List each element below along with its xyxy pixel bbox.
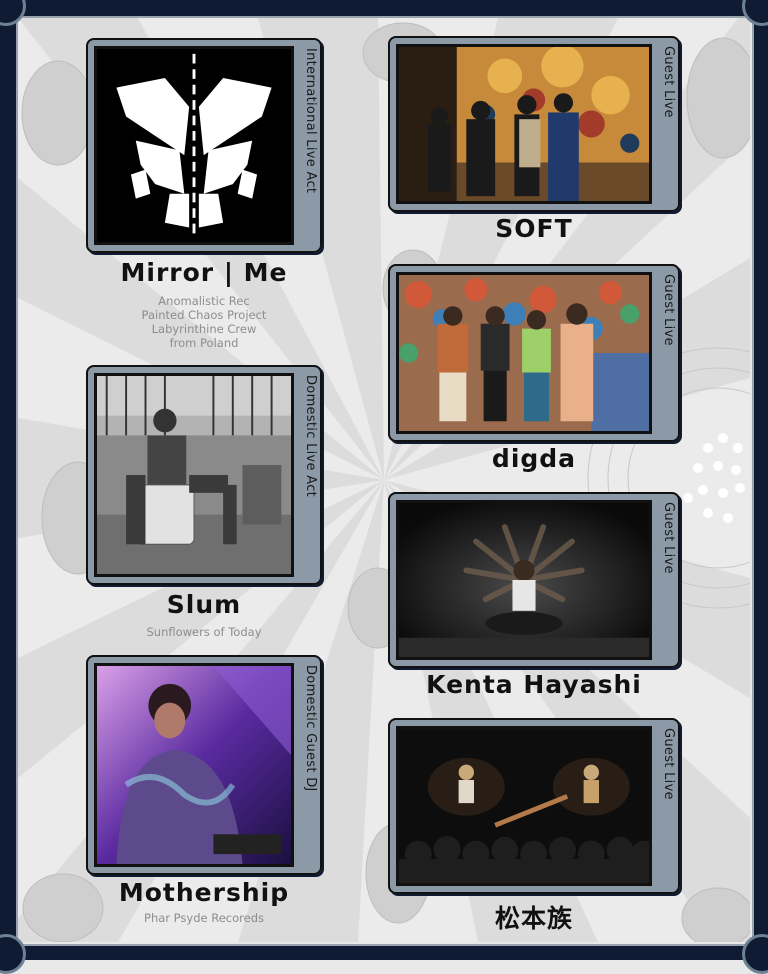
act-name: Kenta Hayashi — [426, 670, 642, 699]
act-detail-line: Sunflowers of Today — [146, 625, 262, 639]
act-card-mothership: Domestic Guest DJ — [86, 655, 322, 875]
act-card-mirror-me: International Live Act — [86, 38, 322, 253]
act-detail-line: Anomalistic Rec — [158, 294, 250, 308]
act-detail-line: Labyrinthine Crew — [151, 322, 257, 336]
act-detail-line: Painted Chaos Project — [141, 308, 267, 322]
act-photo — [396, 44, 652, 204]
act-category-label: Guest Live — [661, 502, 676, 574]
act-photo — [396, 500, 652, 660]
act-category-label: Domestic Live Act — [303, 375, 318, 498]
act-name: Slum — [166, 590, 242, 619]
act-detail-line: from Poland — [169, 336, 239, 350]
act-details: Sunflowers of Today — [86, 625, 322, 639]
act-category-label: International Live Act — [303, 48, 318, 194]
act-card-digda: Guest Live — [388, 264, 680, 442]
act-details: Phar Psyde Recoreds — [86, 911, 322, 925]
act-photo — [396, 272, 652, 434]
act-detail-line: Phar Psyde Recoreds — [144, 911, 264, 925]
act-photo — [94, 373, 294, 577]
act-details: Anomalistic Rec Painted Chaos Project La… — [86, 294, 322, 350]
act-photo — [94, 46, 294, 245]
act-card-matsumotozoku: Guest Live — [388, 718, 680, 894]
act-card-kenta-hayashi: Guest Live — [388, 492, 680, 668]
act-card-soft: Guest Live — [388, 36, 680, 212]
act-category-label: Domestic Guest DJ — [303, 665, 318, 792]
act-name: Mirror | Me — [120, 258, 288, 287]
act-name: 松本族 — [494, 904, 573, 933]
act-photo — [396, 726, 652, 886]
act-category-label: Guest Live — [661, 274, 676, 346]
act-name: digda — [491, 444, 577, 473]
act-category-label: Guest Live — [661, 46, 676, 118]
act-card-slum: Domestic Live Act — [86, 365, 322, 585]
act-photo — [94, 663, 294, 867]
act-name: Mothership — [118, 878, 290, 907]
act-name: SOFT — [495, 214, 573, 243]
act-category-label: Guest Live — [661, 728, 676, 800]
